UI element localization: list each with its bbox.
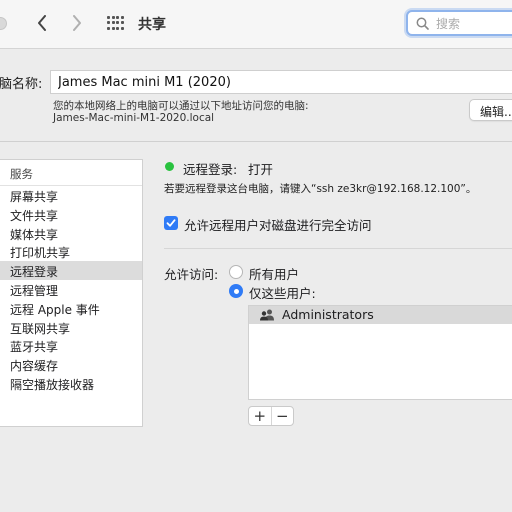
divider [0,141,512,142]
service-item-remote-management[interactable]: 远程管理 [0,280,142,299]
service-item-bluetooth-sharing[interactable]: 蓝牙共享 [0,336,142,355]
service-item-remote-apple-events[interactable]: 远程 Apple 事件 [0,299,142,318]
show-all-grid-icon[interactable] [107,16,124,31]
search-field[interactable] [406,10,512,36]
full-disk-access-checkbox[interactable] [164,216,178,230]
add-remove-control: + − [248,406,294,426]
chevron-left-icon [38,15,46,31]
address-description: 您的本地网络上的电脑可以通过以下地址访问您的电脑: [53,100,309,112]
search-icon [416,17,429,30]
back-button[interactable] [31,12,53,34]
service-item-printer-sharing[interactable]: 打印机共享 [0,242,142,261]
status-value: 打开 [248,162,274,177]
chevron-right-icon [73,15,81,31]
ssh-hint: 若要远程登录这台电脑，请键入“ssh ze3kr@192.168.12.100”… [164,183,477,195]
window-control-button[interactable] [0,17,7,30]
user-name: Administrators [282,307,374,322]
list-item[interactable]: Administrators [249,306,512,324]
service-item-content-caching[interactable]: 内容缓存 [0,355,142,374]
status-indicator [165,162,174,171]
computer-name-label: 脑名称: [0,77,43,92]
only-these-users-radio[interactable] [229,284,243,298]
toolbar: 共享 [0,0,512,49]
only-these-users-label[interactable]: 仅这些用户: [249,283,316,302]
service-list-header: 服务 [0,160,142,186]
service-item-media-sharing[interactable]: 媒体共享 [0,224,142,243]
window-title: 共享 [138,17,166,33]
service-list: 服务 屏幕共享 文件共享 媒体共享 打印机共享 远程登录 远程管理 远程 App… [0,159,143,427]
edit-button[interactable]: 编辑... [469,99,512,121]
allow-access-label: 允许访问: [164,267,219,282]
service-item-remote-login[interactable]: 远程登录 [0,261,142,280]
divider [164,248,512,249]
status-label: 远程登录: [183,162,238,177]
service-item-airplay-receiver[interactable]: 隔空播放接收器 [0,374,142,393]
service-item-screen-sharing[interactable]: 屏幕共享 [0,186,142,205]
all-users-label[interactable]: 所有用户 [249,264,299,283]
service-item-internet-sharing[interactable]: 互联网共享 [0,318,142,337]
remove-user-button[interactable]: − [272,407,294,425]
local-hostname: James-Mac-mini-M1-2020.local [53,112,215,124]
full-disk-access-label[interactable]: 允许远程用户对磁盘进行完全访问 [184,215,372,234]
add-user-button[interactable]: + [249,407,271,425]
group-icon [260,309,274,321]
computer-name-input[interactable] [50,70,512,94]
search-input[interactable] [434,14,512,34]
all-users-radio[interactable] [229,265,243,279]
users-list: Administrators [248,305,512,400]
service-item-file-sharing[interactable]: 文件共享 [0,205,142,224]
checkmark-icon [166,219,176,227]
forward-button[interactable] [66,12,88,34]
